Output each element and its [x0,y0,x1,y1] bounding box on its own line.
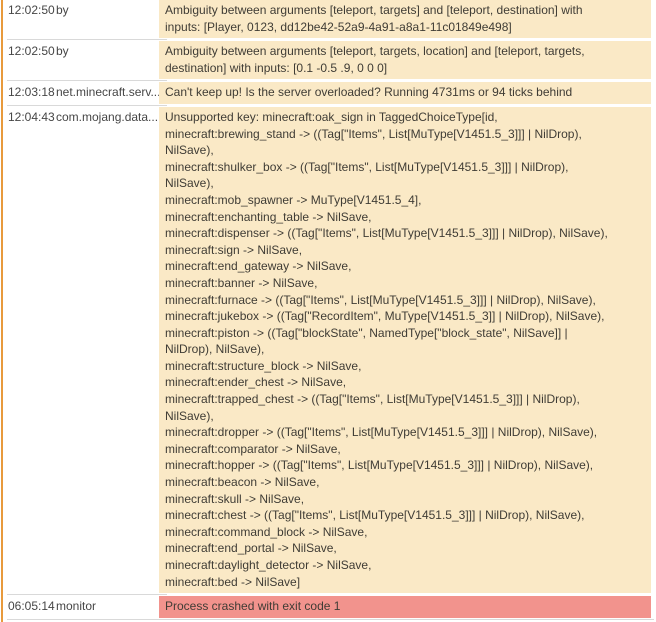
log-message: Can't keep up! Is the server overloaded?… [159,82,651,104]
log-source: by [56,44,69,59]
log-message: Process crashed with exit code 1 [159,596,651,618]
row-separator [0,104,656,107]
log-row[interactable]: 12:02:50 by Ambiguity between arguments … [0,41,656,80]
row-separator [0,618,656,621]
log-viewer: { "colors": { "accent_border": "#e89a3c"… [0,0,656,622]
log-message: Unsupported key: minecraft:oak_sign in T… [159,106,651,594]
log-row[interactable]: 12:03:18 net.minecraft.serv... Can't kee… [0,82,656,104]
log-row[interactable]: 12:02:50 by Ambiguity between arguments … [0,0,656,39]
log-timestamp: 12:03:18 [8,85,55,100]
log-timestamp: 12:02:50 [8,44,55,59]
separator-line [7,104,167,106]
separator-line [7,39,167,41]
row-separator [0,593,656,596]
separator-line [7,618,654,620]
log-source: com.mojang.data... [56,109,159,124]
log-message: Ambiguity between arguments [teleport, t… [159,0,651,39]
log-message: Ambiguity between arguments [teleport, t… [159,41,651,80]
log-source: net.minecraft.serv... [56,85,159,100]
separator-line [7,594,167,596]
log-rows: 12:02:50 by Ambiguity between arguments … [0,0,656,621]
log-timestamp: 12:02:50 [8,3,55,17]
log-row[interactable]: 06:05:14 monitor Process crashed with ex… [0,596,656,618]
separator-line [7,80,167,82]
log-timestamp: 06:05:14 [8,599,55,614]
log-source: monitor [56,599,97,614]
row-separator [0,38,656,41]
log-timestamp: 12:04:43 [8,109,55,124]
row-separator [0,79,656,82]
log-row[interactable]: 12:04:43 com.mojang.data... Unsupported … [0,106,656,594]
log-source: by [56,3,69,17]
